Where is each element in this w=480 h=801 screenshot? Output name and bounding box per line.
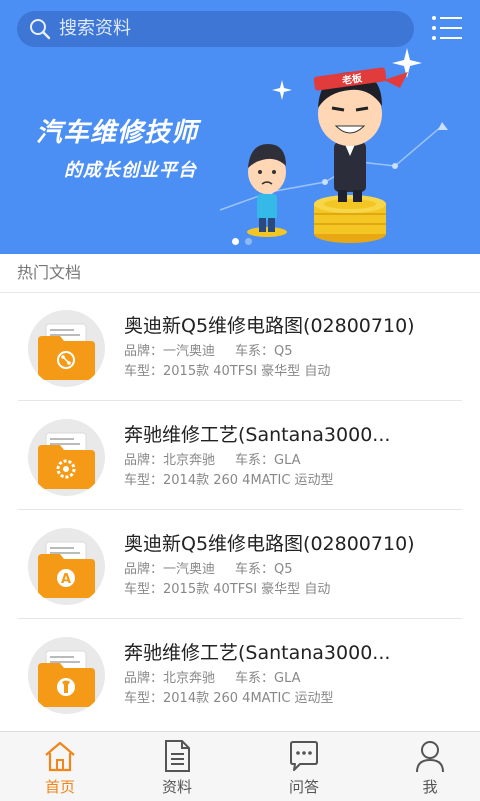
doc-title: 奔驰维修工艺(Santana3000...: [124, 424, 391, 446]
doc-thumbnail: [28, 310, 105, 387]
wrench-icon: [57, 678, 75, 696]
bottom-tab-bar: 首页 资料 问答 我: [0, 731, 480, 801]
doc-item[interactable]: 奥迪新Q5维修电路图(02800710) 品牌：一汽奥迪 车系：Q5 车型：201…: [0, 293, 480, 401]
tab-documents-label: 资料: [161, 778, 192, 796]
doc-meta-brand-series: 品牌：北京奔驰 车系：GLA: [124, 453, 301, 468]
tab-documents[interactable]: 资料: [117, 732, 237, 801]
search-icon: [30, 19, 51, 40]
tab-me-label: 我: [422, 778, 438, 796]
item-divider: [18, 400, 462, 401]
user-icon: [416, 741, 444, 773]
home-icon: [45, 741, 75, 772]
doc-item[interactable]: 奔驰维修工艺(Santana3000... 品牌：北京奔驰 车系：GLA 车型：2…: [0, 402, 480, 510]
carousel-dot-2[interactable]: [245, 238, 252, 245]
tab-home-label: 首页: [44, 778, 75, 796]
doc-title: 奥迪新Q5维修电路图(02800710): [124, 315, 415, 337]
tab-qa-label: 问答: [288, 778, 319, 796]
doc-item[interactable]: 奔驰维修工艺(Santana3000... 品牌：北京奔驰 车系：GLA 车型：2…: [0, 620, 480, 728]
banner-headline: 汽车维修技师: [36, 118, 199, 148]
doc-meta-brand-series: 品牌：北京奔驰 车系：GLA: [124, 671, 301, 686]
doc-meta-brand-series: 品牌：一汽奥迪 车系：Q5: [124, 344, 293, 359]
doc-meta-model: 车型：2015款 40TFSI 豪华型 自动: [124, 582, 331, 597]
document-icon: [165, 740, 190, 772]
banner-illustration: 老板: [219, 48, 448, 243]
tab-me[interactable]: 我: [370, 732, 480, 801]
chat-bubble-icon: [290, 741, 318, 771]
carousel-indicator[interactable]: [232, 238, 256, 246]
doc-thumbnail: A: [28, 528, 105, 605]
item-divider: [18, 509, 462, 510]
item-divider: [18, 618, 462, 619]
tab-qa[interactable]: 问答: [244, 732, 364, 801]
doc-meta-brand-series: 品牌：一汽奥迪 车系：Q5: [124, 562, 293, 577]
tab-home[interactable]: 首页: [0, 732, 120, 801]
doc-thumbnail: [28, 419, 105, 496]
search-bar[interactable]: 搜索资料: [17, 11, 414, 47]
doc-meta-model: 车型：2014款 260 4MATIC 运动型: [124, 473, 334, 488]
search-input[interactable]: 搜索资料: [59, 17, 131, 41]
svg-text:A: A: [61, 572, 71, 587]
doc-item[interactable]: A 奥迪新Q5维修电路图(02800710) 品牌：一汽奥迪 车系：Q5 车型：2…: [0, 511, 480, 619]
letter-a-icon: A: [57, 569, 75, 587]
doc-thumbnail: [28, 637, 105, 714]
carousel-dot-1[interactable]: [232, 238, 239, 245]
doc-title: 奥迪新Q5维修电路图(02800710): [124, 533, 415, 555]
doc-meta-model: 车型：2014款 260 4MATIC 运动型: [124, 691, 334, 706]
doc-title: 奔驰维修工艺(Santana3000...: [124, 642, 391, 664]
banner[interactable]: 搜索资料 汽车维修技师 的成长创业平台 老板: [0, 0, 480, 254]
doc-meta-model: 车型：2015款 40TFSI 豪华型 自动: [124, 364, 331, 379]
banner-subline: 的成长创业平台: [64, 160, 197, 181]
section-title: 热门文档: [17, 263, 82, 282]
menu-icon[interactable]: [431, 14, 463, 42]
